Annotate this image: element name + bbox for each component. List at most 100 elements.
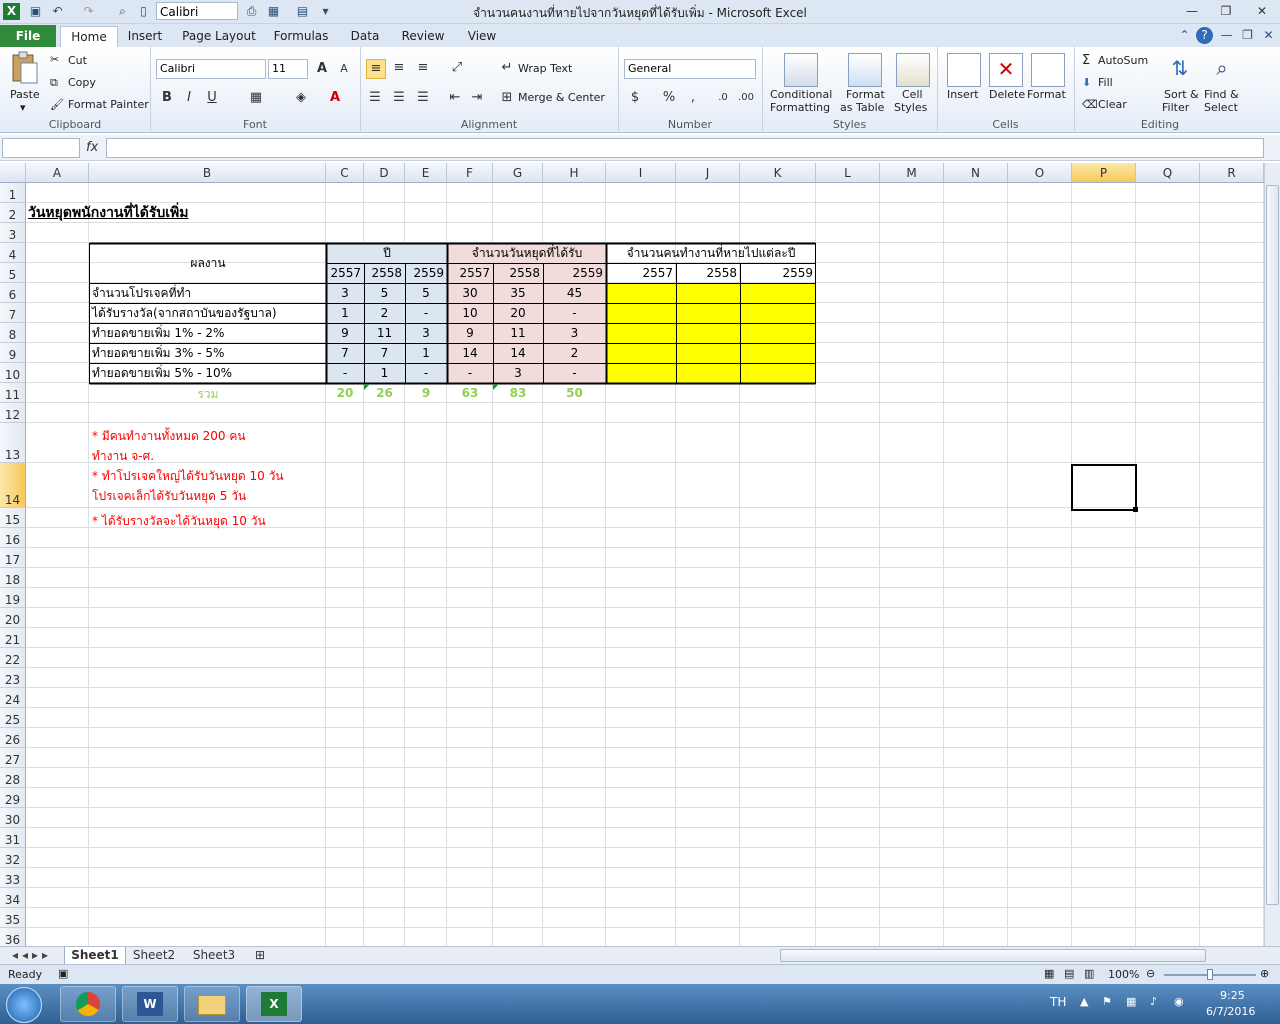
sheet-tab-2[interactable]: Sheet2 — [126, 947, 182, 964]
worksheet-grid[interactable]: ABCDEFGHIJKLMNOPQR 1 2 3 4 5 6 7 8 9 10 11 12 13 14 15… — [0, 163, 1264, 946]
merge-center-button[interactable]: Merge & Center — [518, 91, 605, 104]
tab-data[interactable]: Data — [345, 26, 385, 47]
tab-formulas[interactable]: Formulas — [270, 26, 332, 47]
restore-icon[interactable]: ❐ — [1215, 3, 1237, 20]
find-select-button[interactable]: Find & — [1204, 88, 1239, 101]
sort-filter-label2[interactable]: Filter — [1162, 101, 1189, 114]
table-cell[interactable]: 10 — [447, 303, 493, 323]
total-cell[interactable]: 20 — [326, 383, 364, 403]
tab-page-layout[interactable]: Page Layout — [180, 26, 258, 47]
table-cell[interactable]: - — [405, 303, 447, 323]
table-cell[interactable]: - — [447, 363, 493, 383]
orientation-icon[interactable]: ⤢ — [448, 59, 466, 77]
horizontal-scroll-thumb[interactable] — [780, 949, 1206, 962]
underline-icon[interactable]: U — [203, 89, 221, 107]
year-label[interactable]: 2559 — [405, 263, 447, 283]
align-bottom-icon[interactable]: ≡ — [414, 59, 432, 77]
table-cell[interactable]: 5 — [405, 283, 447, 303]
table-cell[interactable]: 14 — [447, 343, 493, 363]
total-cell[interactable]: 26 — [364, 383, 405, 403]
year-label[interactable]: 2557 — [326, 263, 364, 283]
format-as-table-icon[interactable] — [848, 53, 882, 87]
row-label[interactable]: ทำยอดขายเพิ่ม 3% - 5% — [92, 343, 224, 363]
table-cell[interactable]: 3 — [405, 323, 447, 343]
page-break-view-icon[interactable]: ▥ — [1084, 967, 1094, 980]
shrink-font-icon[interactable]: A — [335, 60, 353, 78]
table-cell[interactable]: 14 — [493, 343, 543, 363]
font-color-icon[interactable]: A — [326, 89, 344, 107]
sort-filter-button[interactable]: Sort & — [1164, 88, 1199, 101]
year-label[interactable]: 2557 — [447, 263, 493, 283]
ribbon-collapse-icon[interactable]: ⌃ — [1176, 27, 1193, 44]
row-label[interactable]: ทำยอดขายเพิ่ม 5% - 10% — [92, 363, 232, 383]
doc-close-icon[interactable]: ✕ — [1260, 27, 1277, 44]
table-cell[interactable]: 1 — [326, 303, 364, 323]
year-label[interactable]: 2558 — [364, 263, 405, 283]
taskbar-chrome[interactable] — [60, 986, 116, 1022]
total-cell[interactable]: 50 — [543, 383, 606, 403]
bold-icon[interactable]: B — [158, 89, 176, 107]
table-cell[interactable]: 30 — [447, 283, 493, 303]
tray-flag-icon[interactable]: ⚑ — [1102, 995, 1112, 1008]
clear-button[interactable]: Clear — [1098, 98, 1127, 111]
close-icon[interactable]: ✕ — [1251, 3, 1273, 20]
table-cell[interactable]: 1 — [364, 363, 405, 383]
font-name-box[interactable]: Calibri — [156, 59, 266, 79]
comma-style-icon[interactable]: , — [684, 89, 702, 107]
tray-volume-icon[interactable]: ♪ — [1150, 995, 1157, 1008]
table-cell[interactable]: 11 — [364, 323, 405, 343]
sort-filter-icon[interactable]: ⇅ — [1164, 53, 1196, 85]
vertical-scrollbar[interactable] — [1264, 163, 1280, 946]
macro-record-icon[interactable]: ▣ — [58, 967, 68, 980]
table-cell[interactable]: 3 — [326, 283, 364, 303]
table-cell[interactable]: 2 — [364, 303, 405, 323]
table-cell[interactable]: 45 — [543, 283, 606, 303]
sheet-tab-3[interactable]: Sheet3 — [186, 947, 242, 964]
tab-view[interactable]: View — [462, 26, 502, 47]
table-cell[interactable]: 2 — [543, 343, 606, 363]
number-format-box[interactable]: General — [624, 59, 756, 79]
conditional-formatting-button[interactable]: Conditional — [770, 88, 832, 101]
paste-dropdown-icon[interactable]: ▾ — [20, 101, 26, 114]
doc-restore-icon[interactable]: ❐ — [1239, 27, 1256, 44]
table-cell[interactable]: - — [326, 363, 364, 383]
table-cell[interactable]: 11 — [493, 323, 543, 343]
name-box[interactable] — [2, 138, 80, 158]
italic-icon[interactable]: I — [180, 89, 198, 107]
year-label[interactable]: 2558 — [493, 263, 543, 283]
start-button-icon[interactable] — [6, 987, 42, 1023]
normal-view-icon[interactable]: ▦ — [1044, 967, 1054, 980]
conditional-formatting-icon[interactable] — [784, 53, 818, 87]
cut-button[interactable]: Cut — [68, 54, 87, 67]
paste-button[interactable]: Paste — [10, 88, 40, 101]
decrease-decimal-icon[interactable]: .00 — [737, 89, 755, 107]
clear-icon[interactable]: ⌫ — [1082, 98, 1098, 111]
zoom-slider-thumb[interactable] — [1207, 969, 1213, 980]
delete-cells-button[interactable]: Delete — [989, 88, 1025, 101]
formula-input[interactable] — [106, 138, 1264, 158]
table-cell[interactable]: 9 — [447, 323, 493, 343]
year-label[interactable]: 2557 — [606, 263, 676, 283]
format-cells-icon[interactable] — [1031, 53, 1065, 87]
year-label[interactable]: 2558 — [676, 263, 740, 283]
table-cell[interactable]: - — [543, 303, 606, 323]
format-as-table-label2[interactable]: as Table — [840, 101, 884, 114]
delete-cells-icon[interactable]: ✕ — [989, 53, 1023, 87]
increase-indent-icon[interactable]: ⇥ — [468, 89, 486, 107]
accounting-format-icon[interactable]: $ — [626, 89, 644, 107]
table-cell[interactable]: 20 — [493, 303, 543, 323]
clock-time[interactable]: 9:25 — [1220, 989, 1245, 1002]
table-cell[interactable]: 1 — [405, 343, 447, 363]
fill-color-icon[interactable]: ◈ — [292, 89, 310, 107]
note-2[interactable]: * ทำโปรเจคใหญ่ได้รับวันหยุด 10 วัน — [92, 467, 284, 485]
insert-function-icon[interactable]: fx — [86, 138, 104, 158]
tray-app-icon[interactable]: ◉ — [1174, 995, 1184, 1008]
note-2b[interactable]: โปรเจคเล็กได้รับวันหยุด 5 วัน — [92, 487, 246, 505]
fill-icon[interactable]: ⬇ — [1082, 76, 1091, 89]
wrap-text-button[interactable]: Wrap Text — [518, 62, 572, 75]
vertical-scroll-thumb[interactable] — [1266, 185, 1279, 905]
align-top-icon[interactable]: ≡ — [366, 59, 386, 79]
copy-icon[interactable]: ⧉ — [50, 76, 58, 90]
doc-minimize-icon[interactable]: — — [1218, 27, 1235, 44]
taskbar-word[interactable]: W — [122, 986, 178, 1022]
